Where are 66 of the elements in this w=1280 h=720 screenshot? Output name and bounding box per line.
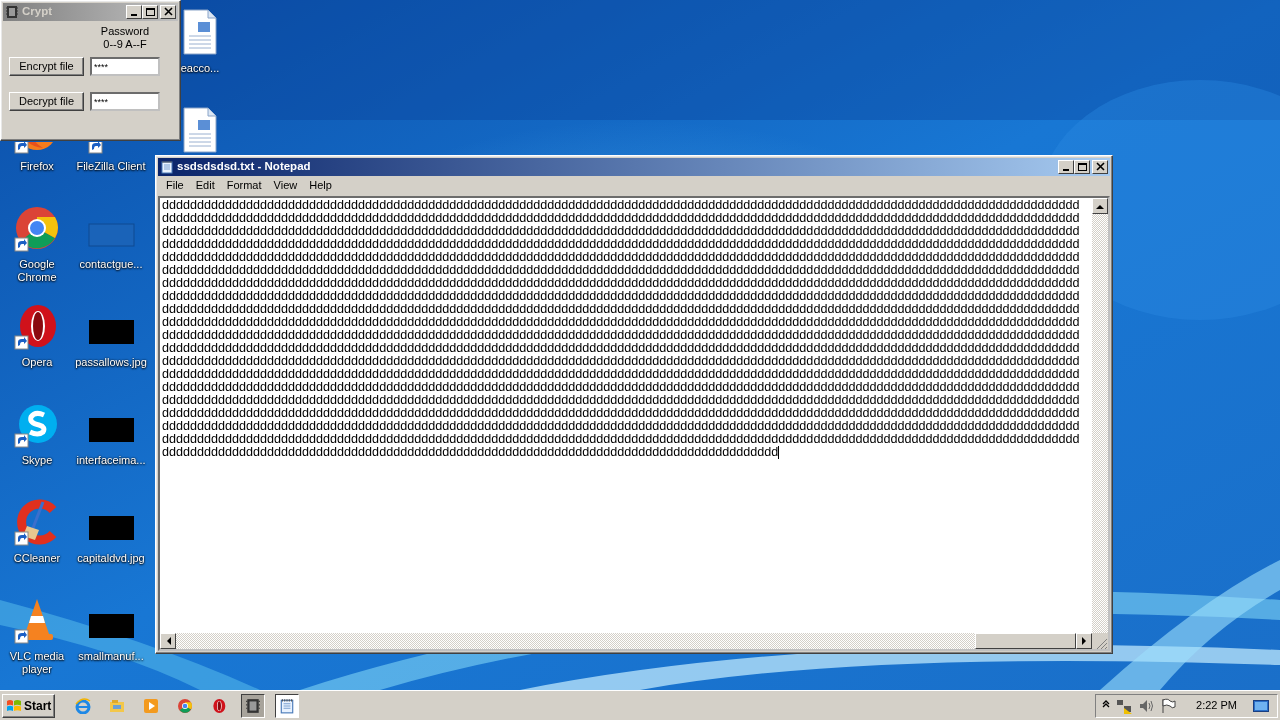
icon-label: eacco... xyxy=(180,62,220,75)
right-arrow-icon[interactable] xyxy=(1081,637,1087,645)
left-arrow-icon[interactable] xyxy=(165,637,171,645)
start-button[interactable]: Start xyxy=(2,693,56,718)
encrypt-button[interactable]: Encrypt file xyxy=(9,57,84,76)
icon-label: VLC media player xyxy=(8,650,66,676)
window-title: ssdsdsdsd.txt - Notepad xyxy=(177,159,311,175)
text-line: ddddddddddddddddddddddddddddddddddddddddddddddddddddddddddddddddddddddddddddddddddddddddddddddddddddddddddddddddddddddddddddddddddd xyxy=(162,368,1080,381)
text-line: ddddddddddddddddddddddddddddddddddddddddddddddddddddddddddddddddddddddddddddddddddddddddddddddddddddddddddddddddddddddddddddddddddd xyxy=(162,290,1080,303)
icon-label: Skype xyxy=(21,454,53,467)
up-arrow-icon[interactable] xyxy=(1096,203,1104,209)
app-icon xyxy=(5,5,19,19)
horizontal-scrollbar[interactable] xyxy=(160,633,1092,649)
password-field[interactable]: **** xyxy=(90,57,160,76)
menu-item[interactable]: Edit xyxy=(189,176,221,194)
text-line: ddddddddddddddddddddddddddddddddddddddddddddddddddddddddddddddddddddddddddddddddddddddddddddddddddddddddddddddddddddddddddddddddddd xyxy=(162,277,1080,290)
text-line: dddddddddddddddddddddddddddddddddddddddddddddddddddddddddddddddddddddddddddddddddddddddd xyxy=(162,446,779,459)
text-line: ddddddddddddddddddddddddddddddddddddddddddddddddddddddddddddddddddddddddddddddddddddddddddddddddddddddddddddddddddddddddddddddddddd xyxy=(162,381,1080,394)
text-line: ddddddddddddddddddddddddddddddddddddddddddddddddddddddddddddddddddddddddddddddddddddddddddddddddddddddddddddddddddddddddddddddddddd xyxy=(162,303,1080,316)
text-cursor xyxy=(778,446,780,459)
text-line: ddddddddddddddddddddddddddddddddddddddddddddddddddddddddddddddddddddddddddddddddddddddddddddddddddddddddddddddddddddddddddddddddddd xyxy=(162,329,1080,342)
menu-item[interactable]: Help xyxy=(303,176,338,194)
text-line: ddddddddddddddddddddddddddddddddddddddddddddddddddddddddddddddddddddddddddddddddddddddddddddddddddddddddddddddddddddddddddddddddddd xyxy=(162,355,1080,368)
text-line: ddddddddddddddddddddddddddddddddddddddddddddddddddddddddddddddddddddddddddddddddddddddddddddddddddddddddddddddddddddddddddddddddddd xyxy=(162,212,1080,225)
icon-label: FileZilla Client xyxy=(76,160,146,173)
text-line: ddddddddddddddddddddddddddddddddddddddddddddddddddddddddddddddddddddddddddddddddddddddddddddddddddddddddddddddddddddddddddddddddddd xyxy=(162,407,1080,420)
scroll-thumb[interactable] xyxy=(975,633,1076,649)
window-title: Crypt xyxy=(22,4,53,20)
menu-item[interactable]: Format xyxy=(220,176,268,194)
text-line: ddddddddddddddddddddddddddddddddddddddddddddddddddddddddddddddddddddddddddddddddddddddddddddddddddddddddddddddddddddddddddddddddddd xyxy=(162,225,1080,238)
show-desktop-icon[interactable] xyxy=(1253,698,1269,713)
network-icon[interactable] xyxy=(1116,697,1133,714)
text-line: ddddddddddddddddddddddddddddddddddddddddddddddddddddddddddddddddddddddddddddddddddddddddddddddddddddddddddddddddddddddddddddddddddd xyxy=(162,420,1080,433)
icon-label: contactgue... xyxy=(79,258,143,271)
text-line: ddddddddddddddddddddddddddddddddddddddddddddddddddddddddddddddddddddddddddddddddddddddddddddddddddddddddddddddddddddddddddddddddddd xyxy=(162,264,1080,277)
menu-item[interactable]: File xyxy=(160,176,190,194)
icon-label: Opera xyxy=(21,356,53,369)
clock[interactable]: 2:22 PM xyxy=(1196,697,1237,714)
password-field[interactable]: **** xyxy=(90,92,160,111)
notepad-icon xyxy=(160,160,174,174)
password-hint: Password xyxy=(100,25,150,38)
icon-label: Firefox xyxy=(20,160,54,173)
flag-icon[interactable] xyxy=(1160,697,1177,714)
text-line: ddddddddddddddddddddddddddddddddddddddddddddddddddddddddddddddddddddddddddddddddddddddddddddddddddddddddddddddddddddddddddddddddddd xyxy=(162,342,1080,355)
icon-label: capitaldvd.jpg xyxy=(77,552,145,565)
decrypt-button[interactable]: Decrypt file xyxy=(9,92,84,111)
text-line: ddddddddddddddddddddddddddddddddddddddddddddddddddddddddddddddddddddddddddddddddddddddddddddddddddddddddddddddddddddddddddddddddddd xyxy=(162,251,1080,264)
scroll-right-button[interactable] xyxy=(1076,633,1092,649)
document-icon[interactable] xyxy=(183,8,217,56)
icon-label: CCleaner xyxy=(13,552,61,565)
password-hint: 0--9 A--F xyxy=(103,38,147,51)
icon-label: smallmanuf... xyxy=(78,650,144,663)
scroll-up-button[interactable] xyxy=(1092,198,1108,214)
text-line: ddddddddddddddddddddddddddddddddddddddddddddddddddddddddddddddddddddddddddddddddddddddddddddddddddddddddddddddddddddddddddddddddddd xyxy=(162,433,1080,446)
text-line: ddddddddddddddddddddddddddddddddddddddddddddddddddddddddddddddddddddddddddddddddddddddddddddddddddddddddddddddddddddddddddddddddddd xyxy=(162,394,1080,407)
document-icon[interactable] xyxy=(183,106,217,154)
menu-item[interactable]: View xyxy=(267,176,304,194)
vertical-scrollbar[interactable] xyxy=(1092,198,1108,633)
icon-label: interfaceima... xyxy=(76,454,146,467)
icon-label: passallows.jpg xyxy=(75,356,147,369)
scroll-left-button[interactable] xyxy=(160,633,176,649)
shortcut-icon[interactable] xyxy=(13,204,61,252)
text-line: ddddddddddddddddddddddddddddddddddddddddddddddddddddddddddddddddddddddddddddddddddddddddddddddddddddddddddddddddddddddddddddddddddd xyxy=(162,316,1080,329)
icon-label: Google Chrome xyxy=(16,258,58,284)
text-line: ddddddddddddddddddddddddddddddddddddddddddddddddddddddddddddddddddddddddddddddddddddddddddddddddddddddddddddddddddddddddddddddddddd xyxy=(162,238,1080,251)
text-line: ddddddddddddddddddddddddddddddddddddddddddddddddddddddddddddddddddddddddddddddddddddddddddddddddddddddddddddddddddddddddddddddddddd xyxy=(162,199,1080,212)
